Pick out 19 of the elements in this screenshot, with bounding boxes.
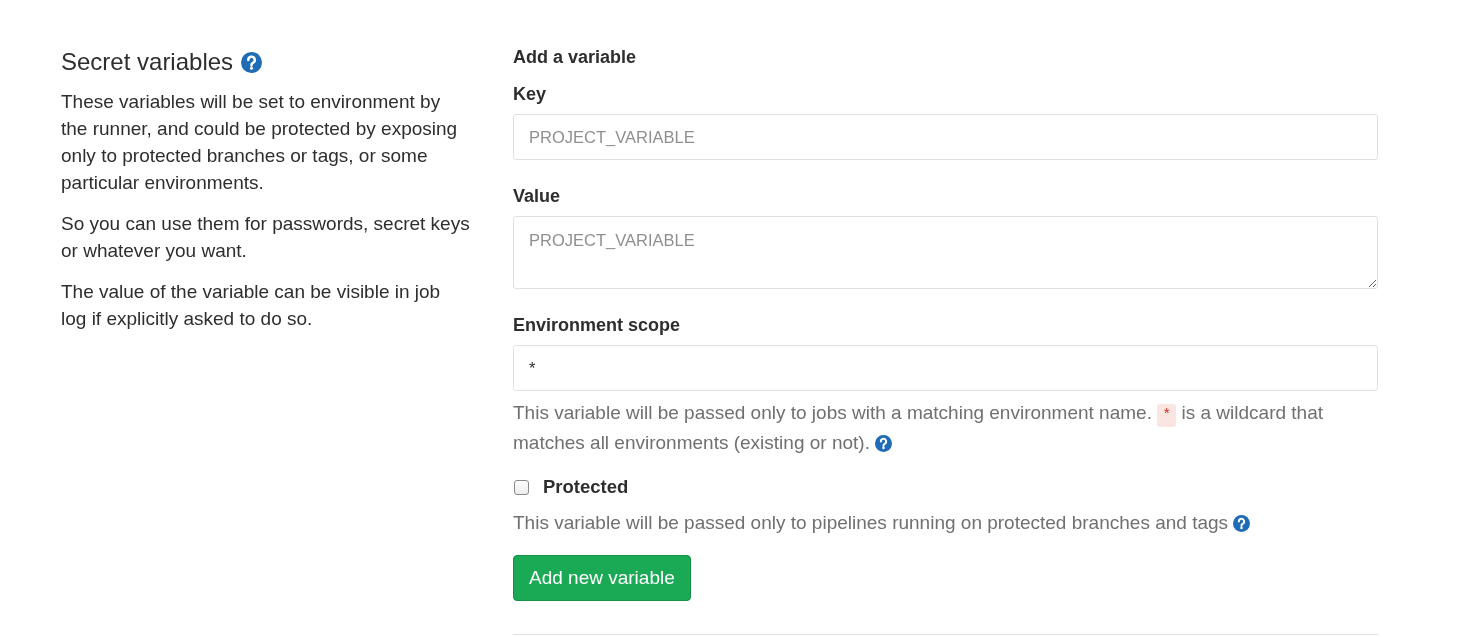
- help-icon[interactable]: [241, 51, 263, 73]
- description-text: The value of the variable can be visible in job log if explicitly asked to do so.: [61, 280, 442, 331]
- help-icon[interactable]: [1233, 515, 1251, 532]
- protected-checkbox[interactable]: [514, 479, 529, 495]
- section-title: Secret variables: [61, 47, 234, 77]
- description-text: So you can use them for passwords, secret keys or whatever you want.: [61, 212, 470, 263]
- form-heading: Add a variable: [513, 46, 638, 69]
- description-text: These variables will be set to environment by the runner, and could be protected by exposing only to protected branches or tags, or some particular environments.: [61, 90, 459, 195]
- textarea-field[interactable]: PROJECT_VARIABLE: [513, 216, 1378, 289]
- checkbox-label: Protected: [543, 475, 629, 499]
- help-text: This variable will be passed only to jobs with a matching environment name. * is a wildcard that matches all environments (existing or not).: [513, 402, 1324, 453]
- field-label: Environment scope: [513, 314, 682, 337]
- wildcard-code: *: [1157, 404, 1177, 427]
- text-input[interactable]: *: [513, 345, 1378, 391]
- text-input[interactable]: PROJECT_VARIABLE: [513, 114, 1378, 160]
- field-label: Value: [513, 185, 562, 208]
- field-label: Key: [513, 83, 548, 106]
- help-icon[interactable]: [875, 435, 893, 452]
- help-text: This variable will be passed only to pipelines running on protected branches and tags: [513, 512, 1251, 533]
